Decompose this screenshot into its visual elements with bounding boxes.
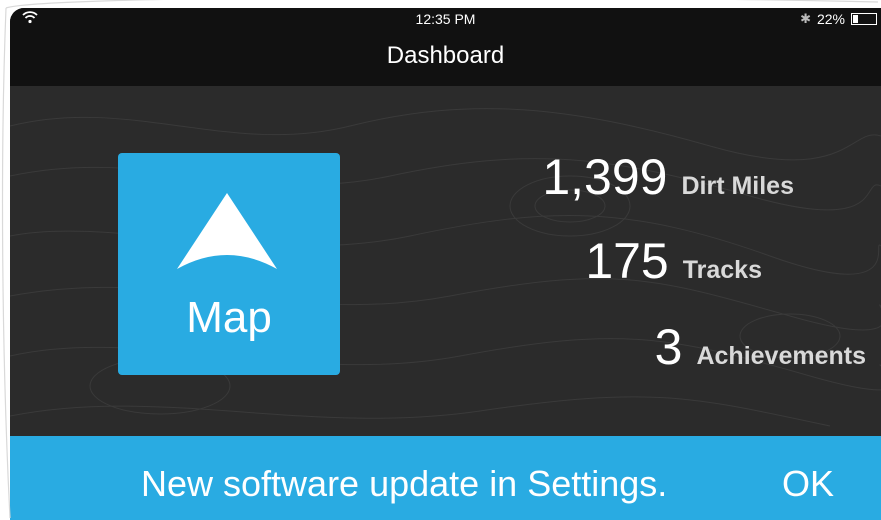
stat-label: Dirt Miles bbox=[681, 172, 794, 200]
page-title: Dashboard bbox=[386, 42, 505, 69]
status-bar: 12:35 PM ✱ 22% bbox=[10, 8, 881, 30]
battery-percent: 22% bbox=[816, 11, 845, 27]
stat-dirt-miles: 1,399 Dirt Miles bbox=[542, 148, 794, 206]
banner-ok-button[interactable]: OK bbox=[782, 463, 834, 505]
banner-message: New software update in Settings. bbox=[141, 463, 668, 504]
bluetooth-icon: ✱ bbox=[800, 11, 811, 26]
status-right-group: ✱ 22% bbox=[800, 11, 877, 27]
battery-fill bbox=[853, 15, 858, 23]
battery-icon bbox=[851, 13, 877, 25]
stat-value: 175 bbox=[585, 233, 669, 289]
nav-bar: Dashboard bbox=[10, 30, 881, 86]
stat-value: 3 bbox=[654, 319, 683, 375]
stat-tracks: 175 Tracks bbox=[585, 232, 762, 290]
stat-label: Achievements bbox=[696, 342, 866, 370]
navigation-arrow-icon bbox=[177, 193, 277, 269]
stat-achievements: 3 Achievements bbox=[655, 318, 866, 376]
update-banner: New software update in Settings. OK bbox=[10, 436, 881, 520]
stat-label: Tracks bbox=[682, 256, 762, 284]
stat-value: 1,399 bbox=[542, 149, 668, 205]
map-button[interactable]: Map bbox=[118, 153, 340, 375]
status-time: 12:35 PM bbox=[415, 11, 476, 27]
dashboard-screen: 12:35 PM ✱ 22% Dashboard Map 1,399 Dirt … bbox=[10, 8, 881, 520]
map-button-label: Map bbox=[186, 293, 272, 342]
